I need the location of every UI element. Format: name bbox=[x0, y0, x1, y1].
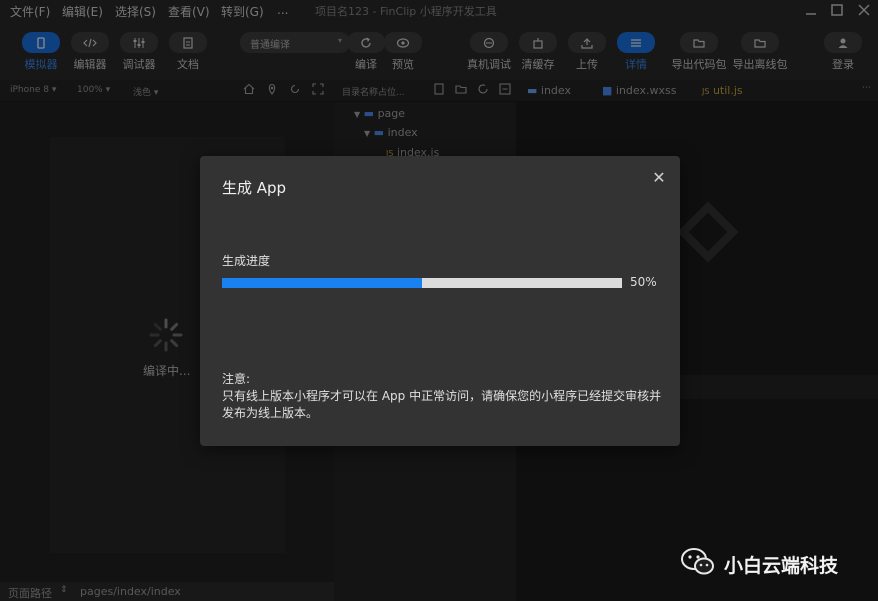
progress-percent: 50% bbox=[630, 275, 657, 289]
generate-app-dialog: 生成 App ✕ 生成进度 50% 注意: 只有线上版本小程序才可以在 App … bbox=[200, 156, 680, 446]
progress-bar bbox=[222, 278, 622, 288]
notice-body: 只有线上版本小程序才可以在 App 中正常访问，请确保您的小程序已经提交审核并发… bbox=[222, 389, 662, 420]
watermark: 小白云端科技 bbox=[680, 545, 870, 579]
close-icon[interactable]: ✕ bbox=[650, 169, 668, 187]
watermark-text: 小白云端科技 bbox=[724, 555, 839, 577]
progress-fill bbox=[222, 278, 422, 288]
notice: 注意: 只有线上版本小程序才可以在 App 中正常访问，请确保您的小程序已经提交… bbox=[222, 371, 662, 422]
notice-title: 注意: bbox=[222, 372, 251, 386]
dialog-title: 生成 App bbox=[222, 179, 287, 197]
progress-label: 生成进度 bbox=[222, 254, 271, 268]
wechat-icon bbox=[680, 547, 716, 581]
